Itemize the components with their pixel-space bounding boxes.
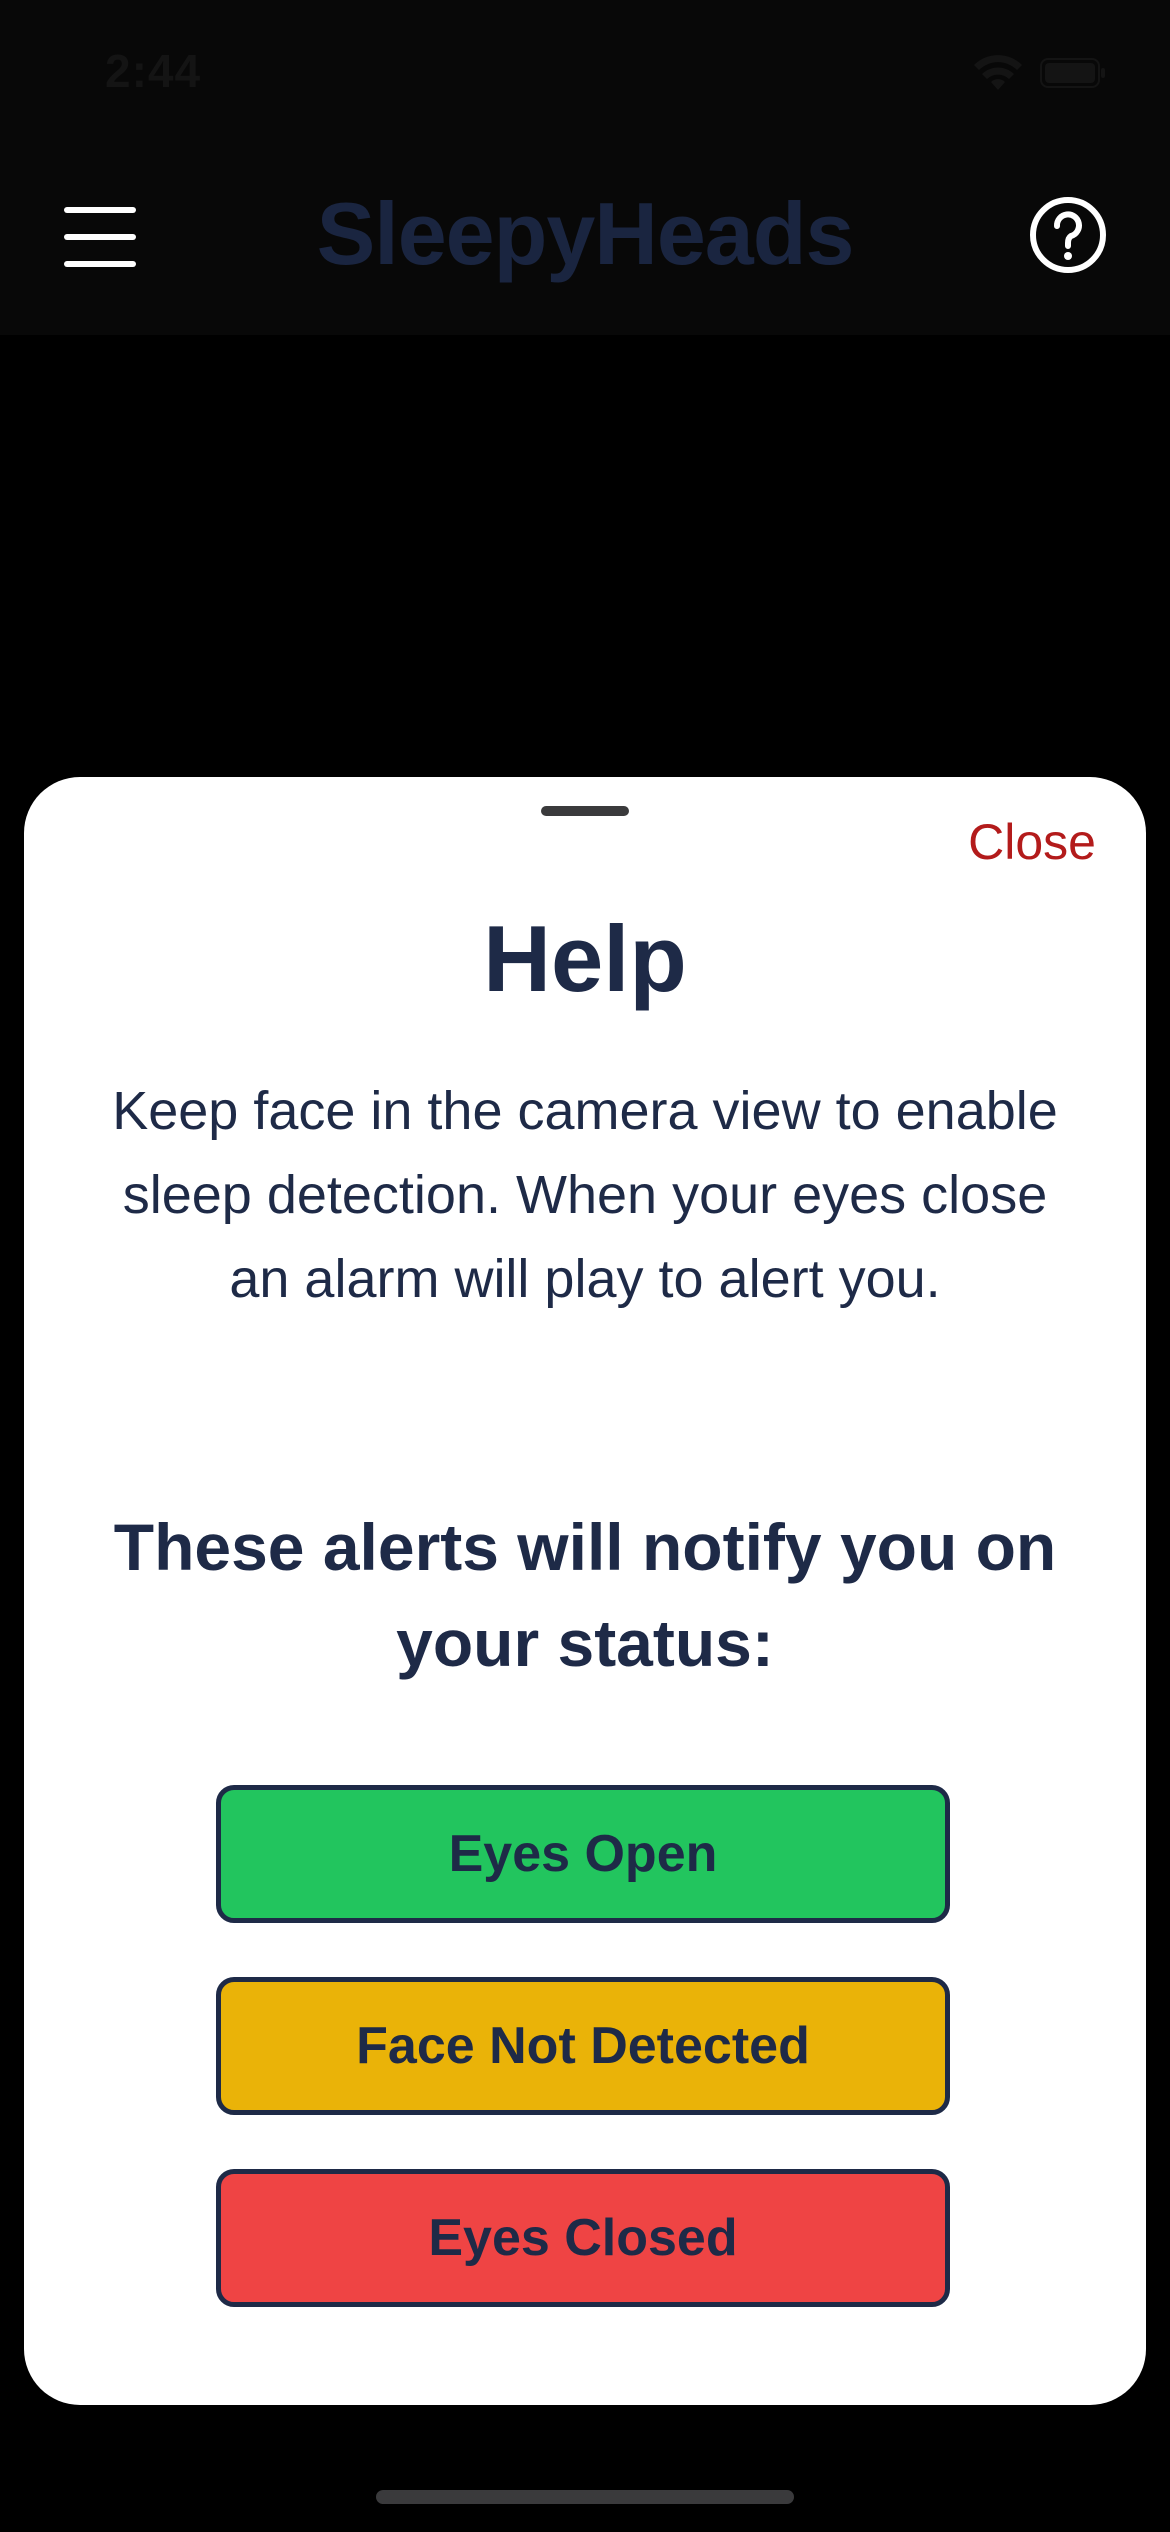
app-title: SleepyHeads bbox=[316, 184, 855, 283]
alerts-subheading: These alerts will notify you on your sta… bbox=[113, 1510, 1057, 1680]
help-sheet: Close Help Keep face in the camera view … bbox=[24, 777, 1146, 2405]
sheet-grabber-handle[interactable] bbox=[541, 806, 629, 816]
status-bar: 2:44 bbox=[0, 0, 1170, 145]
status-eyes-open: Eyes Open bbox=[216, 1785, 950, 1923]
status-time: 2:44 bbox=[105, 45, 202, 97]
app-screen: 2:44 SleepyHeads Close Help Keep face in… bbox=[0, 0, 1170, 2532]
wifi-icon bbox=[974, 55, 1022, 90]
help-description: Keep face in the camera view to enable s… bbox=[112, 1081, 1058, 1309]
question-circle-icon[interactable] bbox=[1028, 195, 1108, 275]
status-eyes-closed: Eyes Closed bbox=[216, 2169, 950, 2307]
battery-icon bbox=[1040, 58, 1105, 88]
app-header: SleepyHeads bbox=[0, 145, 1170, 335]
close-button[interactable]: Close bbox=[968, 813, 1096, 871]
status-face-not-detected: Face Not Detected bbox=[216, 1977, 950, 2115]
help-title: Help bbox=[483, 906, 687, 1011]
home-indicator[interactable] bbox=[376, 2490, 794, 2504]
